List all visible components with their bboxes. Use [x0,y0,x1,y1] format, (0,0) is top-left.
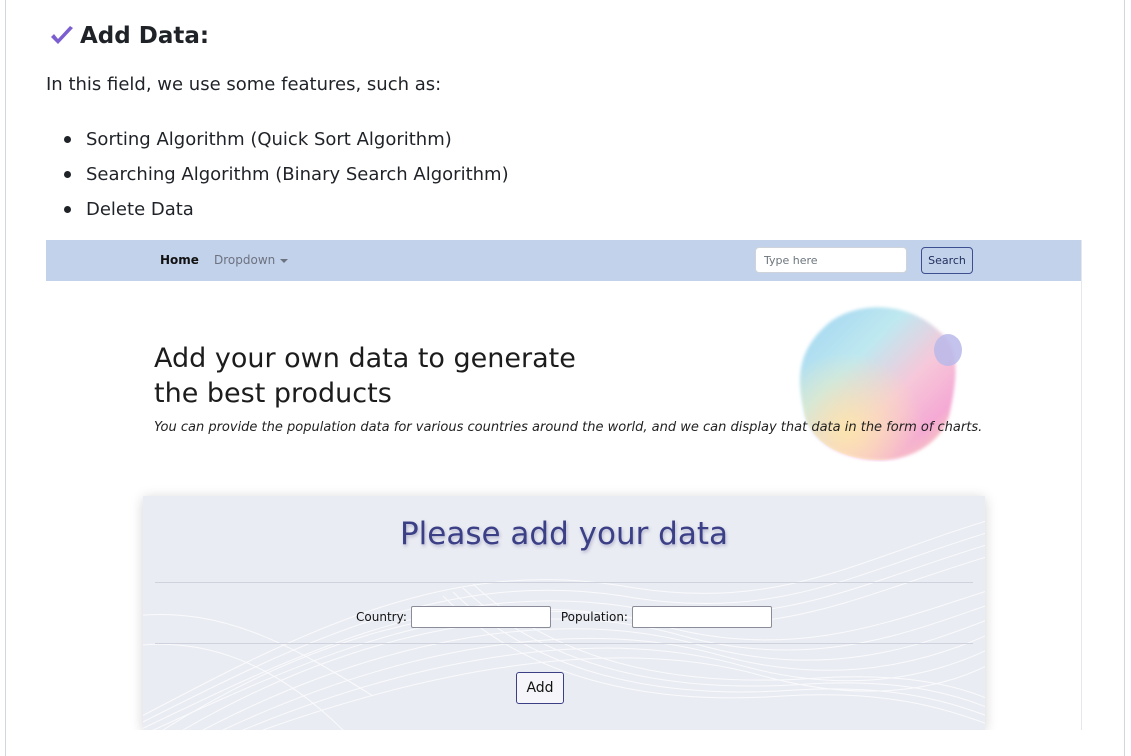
hero-title: Add your own data to generate the best p… [154,341,674,411]
feature-list: Sorting Algorithm (Quick Sort Algorithm)… [58,122,509,227]
gradient-blob-illustration [800,307,962,461]
form-fields-row: Country: Population: [143,606,985,628]
form-title: Please add your data [399,516,729,552]
hero-title-line: the best products [154,378,392,409]
population-label: Population: [560,610,628,624]
nav-home-link[interactable]: Home [160,253,199,267]
divider [155,582,973,583]
navbar: Home Dropdown Search [46,240,1081,281]
app-screenshot: Home Dropdown Search [46,240,1082,730]
hero-subtitle: You can provide the population data for … [154,420,983,435]
nav-dropdown-toggle[interactable]: Dropdown [214,253,289,267]
add-data-form: Please add your data Country: Population… [143,496,985,730]
search-button[interactable]: Search [921,247,973,274]
divider [155,643,973,644]
list-item: Delete Data [58,192,509,227]
list-item: Sorting Algorithm (Quick Sort Algorithm) [58,122,509,157]
caret-down-icon [280,258,289,263]
check-mark-icon [48,22,76,50]
country-input[interactable] [410,606,551,628]
hero-title-line: Add your own data to generate [154,343,576,374]
add-button[interactable]: Add [516,672,564,704]
list-item: Searching Algorithm (Binary Search Algor… [58,157,509,192]
country-label: Country: [356,610,407,624]
section-heading: Add Data: [48,18,209,54]
nav-dropdown-label: Dropdown [214,253,276,267]
population-input[interactable] [631,606,772,628]
intro-text: In this field, we use some features, suc… [46,74,442,95]
section-title: Add Data: [80,23,210,49]
search-input[interactable] [755,247,907,273]
